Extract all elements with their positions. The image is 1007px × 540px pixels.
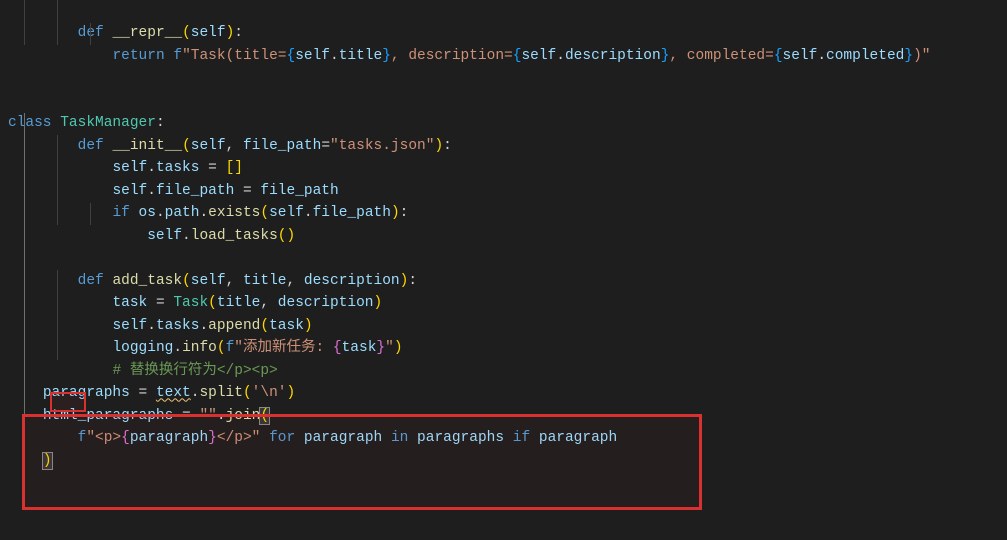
code-line[interactable]: self.load_tasks() — [0, 203, 1007, 226]
code-line[interactable]: logging.info(f"添加新任务: {task}") — [0, 315, 1007, 338]
code-line[interactable]: def add_task(self, title, description): — [0, 248, 1007, 271]
code-line[interactable]: paragraphs = text.split('\n') — [0, 360, 1007, 383]
code-line[interactable]: html_paragraphs = "".join( — [0, 383, 1007, 406]
code-line[interactable]: # 替换换行符为</p><p> — [0, 338, 1007, 361]
code-line[interactable]: def __init__(self, file_path="tasks.json… — [0, 113, 1007, 136]
code-line[interactable]: return f"Task(title={self.title}, descri… — [0, 23, 1007, 46]
blank-line[interactable] — [0, 45, 1007, 68]
code-line[interactable]: class TaskManager: — [0, 90, 1007, 113]
blank-line[interactable] — [0, 450, 1007, 473]
code-line[interactable]: ) — [0, 428, 1007, 451]
code-line[interactable]: self.tasks.append(task) — [0, 293, 1007, 316]
code-line[interactable]: task = Task(title, description) — [0, 270, 1007, 293]
blank-line[interactable] — [0, 68, 1007, 91]
code-line[interactable]: self.file_path = file_path — [0, 158, 1007, 181]
code-line[interactable]: def __repr__(self): — [0, 0, 1007, 23]
code-editor[interactable]: def __repr__(self): return f"Task(title=… — [0, 0, 1007, 473]
code-line[interactable]: if os.path.exists(self.file_path): — [0, 180, 1007, 203]
code-line[interactable]: f"<p>{paragraph}</p>" for paragraph in p… — [0, 405, 1007, 428]
code-line[interactable]: self.tasks = [] — [0, 135, 1007, 158]
blank-line[interactable] — [0, 225, 1007, 248]
